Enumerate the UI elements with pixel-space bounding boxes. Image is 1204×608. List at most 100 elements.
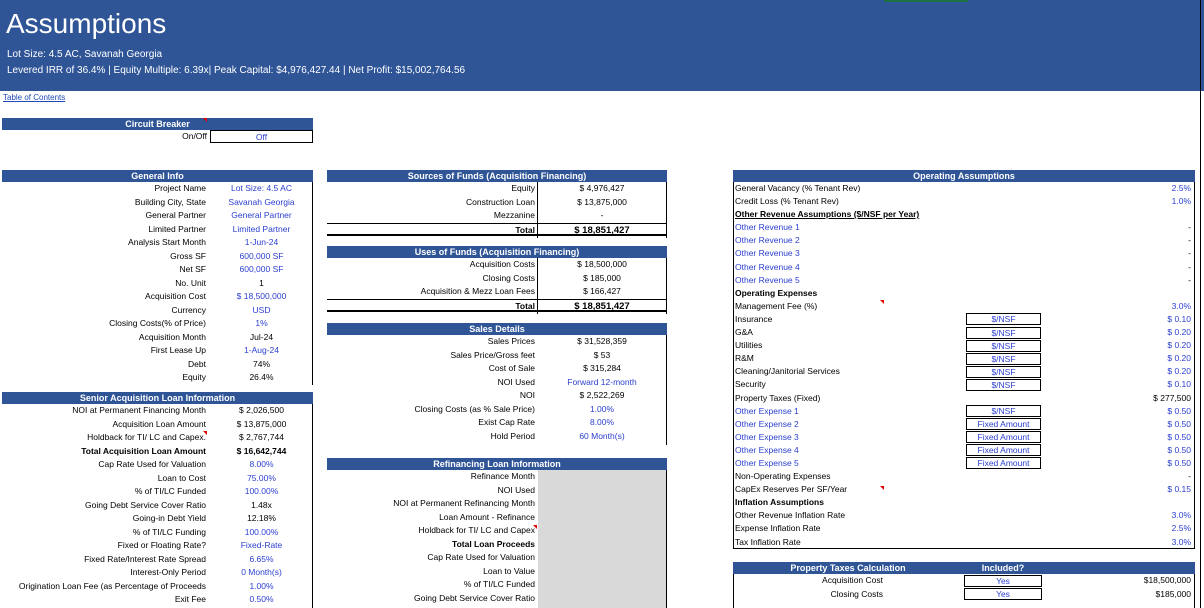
expense-unit-dropdown[interactable]: $/NSF — [966, 339, 1041, 352]
circuit-breaker-value[interactable]: Off — [210, 130, 313, 143]
operating-value[interactable]: 2.5% — [1063, 182, 1191, 195]
senior-loan-value[interactable]: 75.00% — [210, 472, 313, 486]
operating-value[interactable]: $ 0.15 — [1063, 483, 1191, 496]
operating-value[interactable]: $ 0.50 — [1063, 444, 1191, 457]
operating-label[interactable]: Other Expense 2 — [735, 418, 965, 431]
general-info-value[interactable]: 1-Jun-24 — [210, 236, 313, 250]
senior-loan-value[interactable]: 100.00% — [210, 526, 313, 540]
general-info-value[interactable]: $ 18,500,000 — [210, 290, 313, 304]
general-info-label: Net SF — [179, 264, 206, 274]
senior-loan-value[interactable]: Fixed-Rate — [210, 539, 313, 553]
general-info-value: 26.4% — [249, 372, 274, 382]
operating-value[interactable]: 1.0% — [1063, 195, 1191, 208]
general-info-value[interactable]: General Partner — [210, 209, 313, 223]
senior-loan-value[interactable]: 0 Month(s) — [210, 566, 313, 580]
operating-value[interactable]: 2.5% — [1063, 522, 1191, 535]
operating-value[interactable]: $ 0.50 — [1063, 457, 1191, 470]
operating-value[interactable]: $ 0.20 — [1063, 339, 1191, 352]
operating-value[interactable]: 3.0% — [1063, 300, 1191, 313]
sources-label: Construction Loan — [466, 196, 535, 207]
operating-label[interactable]: Other Expense 5 — [735, 457, 965, 470]
general-info-value[interactable]: 600,000 SF — [210, 250, 313, 264]
senior-loan-row: Interest-Only Period 0 Month(s) — [2, 566, 313, 580]
senior-loan-row: Loan to Cost 75.00% — [2, 472, 313, 486]
table-of-contents-link[interactable]: Table of Contents — [3, 93, 65, 102]
expense-unit-dropdown[interactable]: $/NSF — [966, 352, 1041, 365]
sources-value: $ 13,875,000 — [577, 196, 627, 207]
expense-unit-dropdown[interactable]: $/NSF — [966, 378, 1041, 391]
uses-value: $ 18,500,000 — [577, 259, 627, 269]
operating-row: Other Expense 4 Fixed Amount $ 0.50 — [733, 444, 1195, 457]
expense-unit-dropdown[interactable]: Fixed Amount — [966, 444, 1041, 457]
sales-value[interactable]: 60 Month(s) — [539, 430, 665, 444]
operating-value[interactable]: $ 0.50 — [1063, 431, 1191, 444]
included-dropdown[interactable]: Yes — [964, 574, 1042, 587]
included-dropdown[interactable]: Yes — [964, 588, 1042, 600]
general-info-row: Equity 26.4% — [2, 371, 313, 385]
general-info-value[interactable]: USD — [210, 304, 313, 318]
sales-value: $ 2,522,269 — [579, 390, 625, 400]
general-info-value[interactable]: 1% — [210, 317, 313, 331]
operating-row: G&A $/NSF $ 0.20 — [733, 326, 1195, 339]
senior-loan-value[interactable]: 100.00% — [210, 485, 313, 499]
expense-unit-dropdown[interactable]: $/NSF — [966, 326, 1041, 339]
expense-unit-dropdown[interactable]: Fixed Amount — [966, 431, 1041, 444]
senior-loan-value[interactable]: 1.00% — [210, 580, 313, 594]
operating-value[interactable]: $ 0.50 — [1063, 418, 1191, 431]
expense-unit-dropdown[interactable]: $/NSF — [966, 313, 1041, 326]
sales-value[interactable]: 8.00% — [539, 416, 665, 430]
expense-unit-dropdown[interactable]: $/NSF — [966, 365, 1041, 378]
senior-loan-value[interactable]: 8.00% — [210, 458, 313, 472]
operating-label[interactable]: Other Revenue 1 — [735, 221, 965, 234]
general-info-value[interactable]: Lot Size: 4.5 AC — [210, 182, 313, 196]
property-tax-label: Acquisition Cost — [822, 575, 883, 585]
operating-label[interactable]: Other Revenue 3 — [735, 247, 965, 260]
operating-row: Other Revenue 2 - — [733, 234, 1195, 247]
general-info-value[interactable]: 1-Aug-24 — [210, 344, 313, 358]
operating-label[interactable]: Other Revenue 4 — [735, 261, 965, 274]
operating-value[interactable]: $ 0.10 — [1063, 378, 1191, 391]
operating-value[interactable]: $ 0.20 — [1063, 326, 1191, 339]
uses-value: $ 166,427 — [583, 286, 621, 296]
sales-label: Sales Price/Gross feet — [450, 349, 535, 360]
general-info-label: Building City, State — [134, 196, 206, 207]
operating-value[interactable]: $ 0.20 — [1063, 365, 1191, 378]
senior-loan-value[interactable]: 0.50% — [210, 593, 313, 607]
senior-loan-label: Going Debt Service Cover Ratio — [85, 499, 206, 510]
uses-label: Acquisition & Mezz Loan Fees — [420, 286, 535, 296]
sales-label: Hold Period — [490, 430, 535, 441]
operating-value[interactable]: 3.0% — [1063, 536, 1191, 549]
operating-value[interactable]: $ 0.20 — [1063, 352, 1191, 365]
general-info-value: 1 — [259, 277, 264, 288]
expense-unit-dropdown[interactable]: Fixed Amount — [966, 457, 1041, 470]
operating-value: - — [1188, 222, 1191, 233]
sales-value[interactable]: 1.00% — [539, 403, 665, 417]
general-info-row: Acquisition Month Jul-24 — [2, 331, 313, 345]
general-info-value[interactable]: Savanah Georgia — [210, 196, 313, 210]
operating-value[interactable]: $ 0.50 — [1063, 405, 1191, 418]
sales-row: Sales Price/Gross feet $ 53 — [327, 349, 667, 363]
general-info-value[interactable]: Limited Partner — [210, 223, 313, 237]
sources-label: Mezzanine — [493, 210, 535, 220]
sales-value: $ 315,284 — [583, 363, 621, 373]
expense-unit-dropdown[interactable]: Fixed Amount — [966, 418, 1041, 431]
operating-label[interactable]: Other Revenue 5 — [735, 274, 965, 287]
senior-loan-row: Cap Rate Used for Valuation 8.00% — [2, 458, 313, 472]
operating-value[interactable]: $ 0.10 — [1063, 313, 1191, 326]
operating-label[interactable]: Other Expense 3 — [735, 431, 965, 444]
operating-label[interactable]: Other Expense 4 — [735, 444, 965, 457]
sales-value[interactable]: Forward 12-month — [539, 376, 665, 390]
senior-loan-value[interactable]: 6.65% — [210, 553, 313, 567]
operating-row: CapEx Reserves Per SF/Year $ 0.15 — [733, 483, 1195, 496]
sales-label: NOI Used — [497, 376, 535, 387]
operating-label[interactable]: Other Expense 1 — [735, 405, 965, 418]
general-info-block: General Info Project Name Lot Size: 4.5 A… — [2, 170, 313, 385]
refinancing-block: Refinancing Loan Information Refinance M… — [327, 458, 667, 608]
general-info-value[interactable]: 600,000 SF — [210, 263, 313, 277]
refinancing-label: NOI at Permanent Refinancing Month — [393, 498, 535, 508]
operating-value[interactable]: 3.0% — [1063, 509, 1191, 522]
general-info-row: Closing Costs(% of Price) 1% — [2, 317, 313, 331]
uses-block: Uses of Funds (Acquisition Financing) Ac… — [327, 246, 667, 314]
expense-unit-dropdown[interactable]: $/NSF — [966, 405, 1041, 418]
operating-label[interactable]: Other Revenue 2 — [735, 234, 965, 247]
